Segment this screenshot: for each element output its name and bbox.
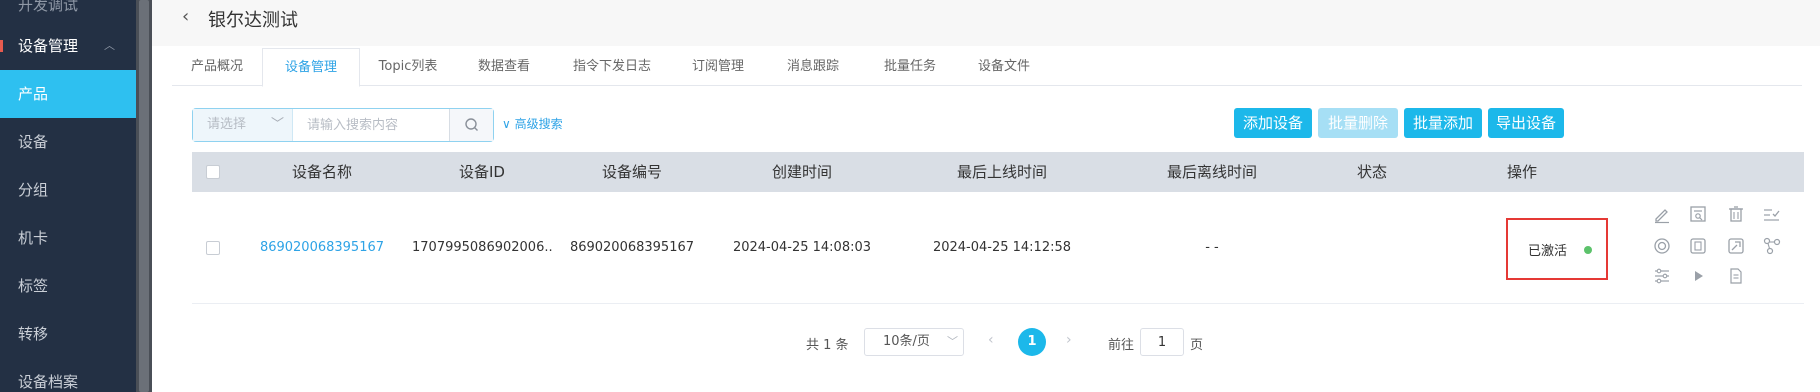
- tab-device-management[interactable]: 设备管理: [262, 48, 360, 87]
- device-id-cell: 1707995086902006...: [412, 240, 552, 255]
- tab-command-log[interactable]: 指令下发日志: [552, 48, 672, 86]
- settings-icon[interactable]: [1652, 236, 1672, 256]
- sidebar-item-group[interactable]: 分组: [0, 166, 136, 214]
- tab-device-file[interactable]: 设备文件: [958, 48, 1050, 86]
- group-marker: [0, 40, 3, 52]
- sidebar-item-device[interactable]: 设备: [0, 118, 136, 166]
- page-title: 银尔达测试: [208, 10, 298, 31]
- chevron-down-icon: ∨: [502, 117, 515, 131]
- action-icons: [1652, 204, 1802, 294]
- tab-bar: 产品概况 设备管理 Topic列表 数据查看 指令下发日志 订阅管理 消息跟踪 …: [172, 48, 1802, 87]
- last-offline-cell: - -: [1205, 240, 1219, 255]
- sidebar-item-dev-debug[interactable]: 开发调试: [0, 0, 136, 22]
- header-status: 状态: [1356, 163, 1387, 181]
- select-placeholder: 请选择: [207, 117, 247, 132]
- tab-product-overview[interactable]: 产品概况: [172, 48, 262, 86]
- chevron-down-icon: ﹀: [271, 117, 285, 132]
- tab-subscription[interactable]: 订阅管理: [672, 48, 764, 86]
- header-device-id: 设备ID: [459, 163, 505, 181]
- advanced-search-link[interactable]: ∨ 高级搜索: [502, 115, 563, 132]
- search-icon: [465, 118, 478, 131]
- row-checkbox[interactable]: [206, 241, 220, 255]
- status-badge: 已激活: [1528, 244, 1568, 259]
- debug-icon[interactable]: [1726, 236, 1746, 256]
- header-device-number: 设备编号: [601, 163, 662, 181]
- last-online-cell: 2024-04-25 14:12:58: [932, 240, 1072, 255]
- edit-icon[interactable]: [1652, 204, 1672, 224]
- tab-message-trace[interactable]: 消息跟踪: [764, 48, 862, 86]
- goto-label: 前往: [1108, 338, 1135, 353]
- tab-data-view[interactable]: 数据查看: [456, 48, 552, 86]
- batch-add-button[interactable]: 批量添加: [1404, 108, 1482, 138]
- created-time-cell: 2024-04-25 14:08:03: [732, 240, 872, 255]
- sidebar-group-device-management[interactable]: 设备管理 ︿: [0, 22, 136, 70]
- topology-icon[interactable]: [1762, 236, 1782, 256]
- sidebar-item-device-archive[interactable]: 设备档案: [0, 358, 136, 392]
- document-icon[interactable]: [1726, 266, 1746, 286]
- search-bar: 请选择 ﹀: [192, 108, 494, 142]
- sidebar-item-tag[interactable]: 标签: [0, 262, 136, 310]
- export-device-button[interactable]: 导出设备: [1488, 108, 1564, 138]
- header-actions: 操作: [1506, 163, 1537, 181]
- add-device-button[interactable]: 添加设备: [1234, 108, 1312, 138]
- search-field-select[interactable]: 请选择 ﹀: [193, 109, 293, 141]
- header-device-name: 设备名称: [291, 163, 352, 181]
- table-header: 设备名称 设备ID 设备编号 创建时间 最后上线时间 最后离线时间 状态 操作: [192, 152, 1804, 192]
- header-last-offline: 最后离线时间: [1166, 163, 1257, 181]
- pagination-total: 共 1 条: [806, 338, 849, 353]
- page-header: ‹ 银尔达测试: [152, 0, 1820, 46]
- batch-delete-button[interactable]: 批量删除: [1318, 108, 1398, 138]
- sidebar-item-sim-card[interactable]: 机卡: [0, 214, 136, 262]
- sidebar: 开发调试 设备管理 ︿ 产品 设备 分组 机卡 标签 转移 设备档案: [0, 0, 136, 392]
- search-input[interactable]: [293, 109, 449, 141]
- sidebar-scrollbar-thumb[interactable]: [139, 0, 149, 392]
- header-created-time: 创建时间: [771, 163, 832, 181]
- checklist-icon[interactable]: [1762, 204, 1782, 224]
- page-size-value: 10条/页: [883, 334, 930, 349]
- device-number-cell: 869020068395167: [569, 240, 695, 255]
- page-number-current[interactable]: 1: [1018, 328, 1046, 356]
- sidebar-item-product[interactable]: 产品: [0, 70, 136, 118]
- prev-page-button[interactable]: ‹: [988, 332, 994, 348]
- search-button[interactable]: [449, 109, 493, 141]
- storage-icon[interactable]: [1688, 236, 1708, 256]
- chevron-up-icon: ︿: [104, 39, 115, 52]
- device-name-link[interactable]: 869020068395167: [252, 192, 392, 304]
- tab-topic-list[interactable]: Topic列表: [360, 48, 456, 86]
- next-page-button[interactable]: ›: [1066, 332, 1072, 348]
- status-dot: [1584, 246, 1592, 254]
- page-size-select[interactable]: 10条/页 ﹀: [864, 328, 964, 356]
- chevron-down-icon: ﹀: [947, 335, 958, 348]
- select-all-checkbox[interactable]: [206, 165, 220, 179]
- goto-page-input[interactable]: [1140, 328, 1184, 356]
- page-suffix: 页: [1190, 338, 1204, 353]
- delete-icon[interactable]: [1726, 204, 1746, 224]
- sidebar-group-label: 设备管理: [18, 37, 79, 55]
- tab-batch-task[interactable]: 批量任务: [862, 48, 958, 86]
- play-icon[interactable]: [1688, 266, 1708, 286]
- back-arrow-icon[interactable]: ‹: [182, 6, 189, 27]
- filter-icon[interactable]: [1652, 266, 1672, 286]
- sidebar-item-transfer[interactable]: 转移: [0, 310, 136, 358]
- header-last-online: 最后上线时间: [956, 163, 1047, 181]
- view-detail-icon[interactable]: [1688, 204, 1708, 224]
- advanced-search-label: 高级搜索: [514, 117, 563, 131]
